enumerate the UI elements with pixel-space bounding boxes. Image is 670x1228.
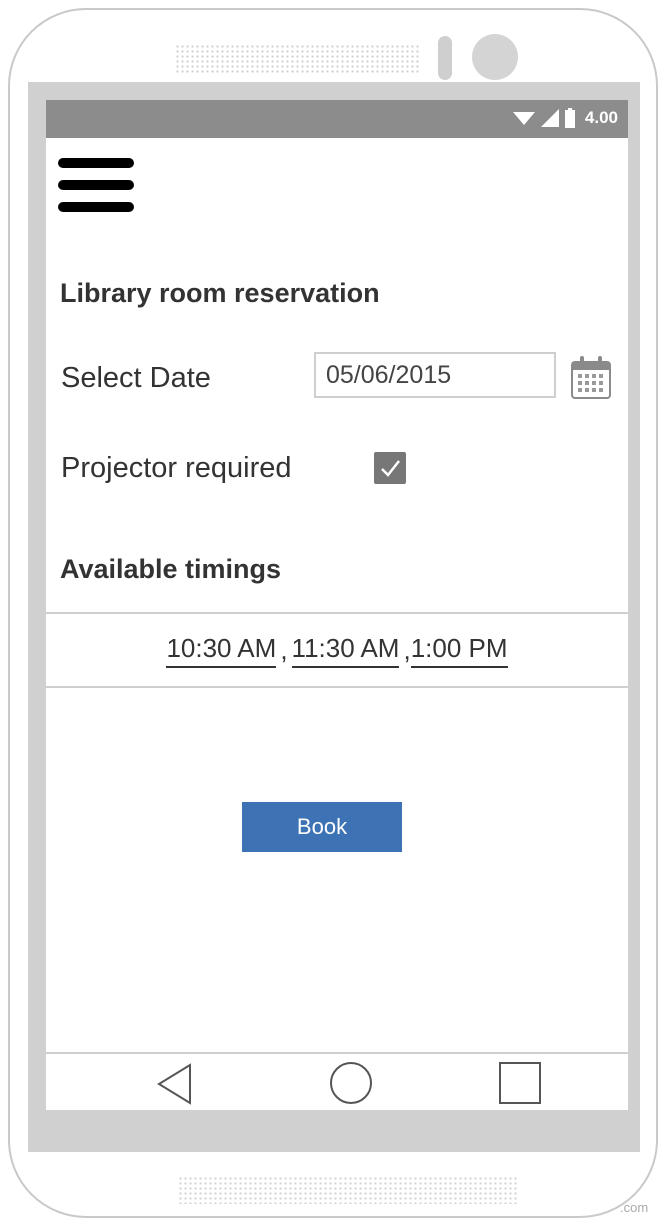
signal-icon <box>540 109 559 127</box>
status-icons: 4.00 <box>512 108 618 128</box>
timing-slot-1130[interactable]: 11:30 AM <box>291 633 400 668</box>
wifi-icon <box>512 112 535 125</box>
recent-apps-icon[interactable] <box>498 1061 542 1105</box>
watermark-text: .com <box>620 1200 649 1215</box>
bottom-speaker <box>178 1176 518 1204</box>
timings-box: 10:30 AM , 11:30 AM , 1:00 PM <box>46 612 628 688</box>
date-input[interactable] <box>314 352 556 398</box>
book-button[interactable]: Book <box>242 802 402 852</box>
back-icon[interactable] <box>156 1062 194 1106</box>
timing-slot-100[interactable]: 1:00 PM <box>410 633 508 668</box>
navigation-bar <box>46 1052 628 1110</box>
timing-separator: , <box>280 634 288 665</box>
status-time: 4.00 <box>584 108 618 127</box>
proximity-sensor <box>438 36 452 80</box>
timing-separator: , <box>403 634 411 665</box>
calendar-icon[interactable] <box>570 354 612 400</box>
hamburger-menu-icon[interactable] <box>58 158 134 214</box>
app-screen: 4.00 Library room reservation Select Dat… <box>46 100 628 1110</box>
battery-icon <box>564 108 575 128</box>
earpiece-speaker <box>175 44 421 74</box>
home-icon[interactable] <box>328 1060 374 1106</box>
timing-slot-1030[interactable]: 10:30 AM <box>166 633 277 668</box>
available-timings-title: Available timings <box>60 554 282 584</box>
checkmark-icon <box>381 460 400 477</box>
status-bar: 4.00 <box>46 100 628 138</box>
projector-label: Projector required <box>61 452 292 484</box>
projector-checkbox[interactable] <box>374 452 406 484</box>
front-camera <box>472 34 518 80</box>
page-title: Library room reservation <box>60 278 380 308</box>
select-date-label: Select Date <box>61 362 211 394</box>
